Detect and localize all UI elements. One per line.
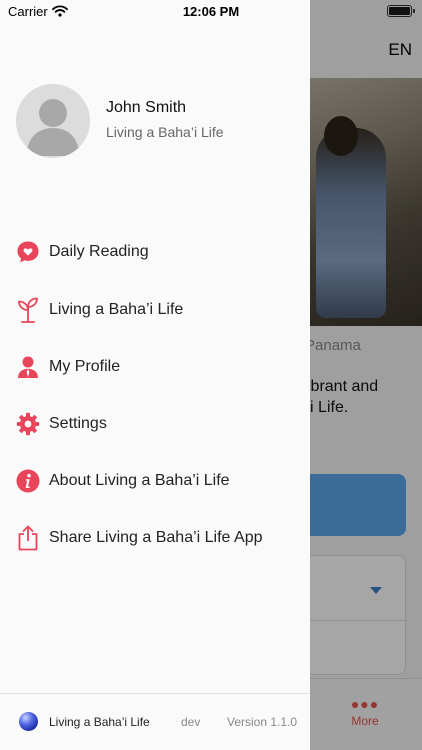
menu-item-settings[interactable]: Settings xyxy=(0,401,310,447)
menu-item-share[interactable]: Share Living a Baha’i Life App xyxy=(0,515,310,561)
menu-item-label: My Profile xyxy=(49,358,121,375)
menu-item-label: Settings xyxy=(49,415,107,432)
menu-item-label: Daily Reading xyxy=(49,243,149,260)
footer-app-name: Living a Baha’i Life xyxy=(49,715,150,729)
sprout-icon xyxy=(15,297,41,323)
footer-environment: dev xyxy=(181,715,201,729)
gear-icon xyxy=(15,411,41,437)
menu-item-daily-reading[interactable]: Daily Reading xyxy=(0,229,310,275)
drawer-footer: Living a Baha’i Life dev Version 1.1.0 xyxy=(0,693,310,750)
person-icon xyxy=(15,354,41,380)
user-subtitle: Living a Baha’i Life xyxy=(106,124,224,140)
menu-item-label: About Living a Baha’i Life xyxy=(49,472,230,489)
heart-chat-icon xyxy=(15,239,41,265)
footer-version: Version 1.1.0 xyxy=(227,715,298,729)
share-icon xyxy=(15,525,41,551)
status-bar: Carrier 12:06 PM xyxy=(0,0,422,22)
side-drawer: John Smith Living a Baha’i Life Daily Re… xyxy=(0,0,310,750)
menu-item-label: Living a Baha’i Life xyxy=(49,301,184,318)
person-placeholder-icon xyxy=(16,84,90,158)
battery-icon xyxy=(387,5,415,17)
info-icon xyxy=(15,468,41,494)
clock: 12:06 PM xyxy=(182,4,240,19)
globe-icon xyxy=(19,712,38,731)
menu-item-my-profile[interactable]: My Profile xyxy=(0,344,310,390)
avatar[interactable] xyxy=(16,84,90,158)
menu-item-living-bahai-life[interactable]: Living a Baha’i Life xyxy=(0,287,310,333)
user-name: John Smith xyxy=(106,99,187,116)
menu-item-about[interactable]: About Living a Baha’i Life xyxy=(0,458,310,504)
menu-item-label: Share Living a Baha’i Life App xyxy=(49,529,263,546)
